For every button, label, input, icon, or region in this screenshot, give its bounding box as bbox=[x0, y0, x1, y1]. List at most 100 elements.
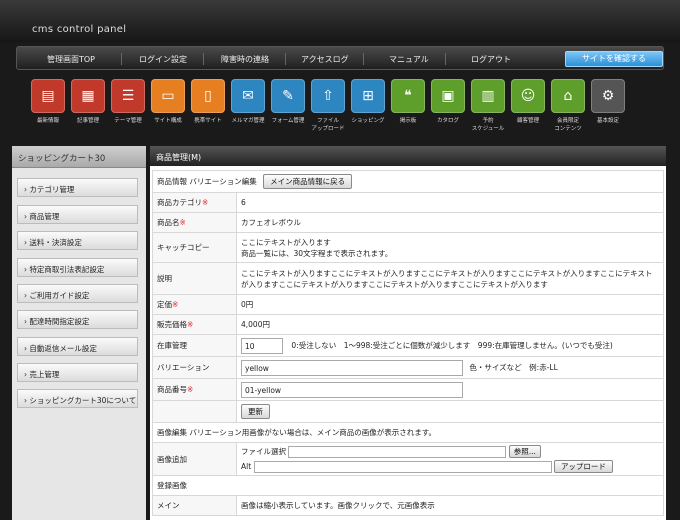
category-value: 6 bbox=[236, 192, 664, 213]
stock-cell: 10 0:受注しない 1〜998:受注ごとに個数が減少します 999:在庫管理し… bbox=[236, 334, 664, 357]
form-label: 販売価格※ bbox=[152, 314, 237, 335]
catalog-icon: ▣ bbox=[431, 79, 465, 113]
update-cell: 更新 bbox=[236, 400, 664, 423]
product-code-cell: 01-yellow bbox=[236, 378, 664, 401]
tool-reservation[interactable]: ▥ 予約 スケジュール bbox=[468, 79, 508, 133]
empty-cell bbox=[152, 400, 237, 423]
tool-catalog[interactable]: ▣ カタログ bbox=[428, 79, 468, 125]
alt-label: Alt bbox=[241, 462, 252, 471]
sidebar-item-guide[interactable]: › ご利用ガイド設定 bbox=[17, 284, 138, 303]
sale-price-value: 4,000円 bbox=[236, 314, 664, 335]
description-value: ここにテキストが入りますここにテキストが入りますここにテキストが入りますここにテ… bbox=[236, 262, 664, 295]
browse-button[interactable]: 参照... bbox=[508, 445, 541, 458]
required-mark: ※ bbox=[179, 218, 186, 227]
tool-label: ファイル アップロード bbox=[311, 118, 345, 132]
product-name-value: カフェオレボウル bbox=[236, 212, 664, 233]
tool-mobile-site[interactable]: ▯ 携帯サイト bbox=[188, 79, 228, 125]
registered-images-label: 登録画像 bbox=[152, 475, 664, 496]
tool-mailmag[interactable]: ✉ メルマガ管理 bbox=[228, 79, 268, 125]
nav-logout[interactable]: ログアウト bbox=[471, 54, 511, 65]
sidebar-item-products[interactable]: › 商品管理 bbox=[17, 205, 138, 224]
nav-divider bbox=[285, 53, 286, 65]
variation-cell: yellow 色・サイズなど 例:赤-LL bbox=[236, 356, 664, 379]
sidebar-item-label: カテゴリ管理 bbox=[29, 185, 75, 194]
image-edit-note: バリエーション用画像がない場合は、メイン商品の画像が表示されます。 bbox=[189, 428, 436, 437]
sidebar-item-label: ショッピングカート30について bbox=[29, 396, 137, 405]
sidebar-item-delivery-time[interactable]: › 配達時間指定設定 bbox=[17, 310, 138, 329]
lock-icon: ⌂ bbox=[551, 79, 585, 113]
tool-bbs[interactable]: ❝ 掲示板 bbox=[388, 79, 428, 125]
tool-site-structure[interactable]: ▭ サイト構成 bbox=[148, 79, 188, 125]
form-label: 商品カテゴリ※ bbox=[152, 192, 237, 213]
info-label: 商品情報 bbox=[157, 177, 187, 186]
product-form: 商品情報 バリエーション編集 メイン商品情報に戻る 商品カテゴリ※ 6 商品名※… bbox=[152, 170, 664, 516]
main-panel: 商品管理(M) 商品情報 バリエーション編集 メイン商品情報に戻る 商品カテゴリ… bbox=[150, 146, 666, 520]
image-edit-title: 画像編集 bbox=[157, 428, 187, 437]
tool-label: フォーム管理 bbox=[271, 118, 305, 124]
tool-label: 予約 スケジュール bbox=[471, 118, 505, 132]
mail-icon: ✉ bbox=[231, 79, 265, 113]
sidebar-item-shipping-payment[interactable]: › 送料・決済設定 bbox=[17, 231, 138, 250]
sidebar-item-auto-reply[interactable]: › 自動返信メール設定 bbox=[17, 337, 138, 356]
tool-label: 記事管理 bbox=[76, 118, 99, 124]
alt-input[interactable] bbox=[253, 461, 552, 473]
sidebar-item-label: 配達時間指定設定 bbox=[29, 317, 90, 326]
brand-logo: cms control panel bbox=[32, 24, 127, 35]
sidebar-item-about[interactable]: › ショッピングカート30について bbox=[17, 389, 138, 408]
calendar-icon: ▥ bbox=[471, 79, 505, 113]
file-path-input[interactable] bbox=[288, 446, 507, 458]
sidebar-item-label: 特定商取引法表記設定 bbox=[29, 265, 105, 274]
tool-label: 最新情報 bbox=[36, 118, 59, 124]
required-mark: ※ bbox=[187, 320, 194, 329]
tool-shopping[interactable]: ⊞ ショッピング bbox=[348, 79, 388, 125]
upload-button[interactable]: アップロード bbox=[553, 460, 613, 473]
tool-file-upload[interactable]: ⇧ ファイル アップロード bbox=[308, 79, 348, 133]
product-code-input[interactable]: 01-yellow bbox=[241, 381, 463, 398]
sidebar-item-legal-notice[interactable]: › 特定商取引法表記設定 bbox=[17, 258, 138, 277]
form-label: 商品名※ bbox=[152, 212, 237, 233]
update-button[interactable]: 更新 bbox=[241, 404, 270, 419]
tool-member-content[interactable]: ⌂ 会員限定 コンテンツ bbox=[548, 79, 588, 133]
tool-label: ショッピング bbox=[351, 118, 385, 124]
tool-label: 会員限定 コンテンツ bbox=[554, 118, 582, 132]
mobile-icon: ▯ bbox=[191, 79, 225, 113]
cart-icon: ⊞ bbox=[351, 79, 385, 113]
nav-admin-top[interactable]: 管理画面TOP bbox=[47, 54, 95, 65]
sidebar-item-label: 商品管理 bbox=[29, 212, 60, 221]
article-icon: ▦ bbox=[71, 79, 105, 113]
tool-news[interactable]: ▤ 最新情報 bbox=[28, 79, 68, 125]
tool-label: カタログ bbox=[436, 118, 459, 124]
nav-divider bbox=[203, 53, 204, 65]
monitor-icon: ▭ bbox=[151, 79, 185, 113]
variation-input[interactable]: yellow bbox=[241, 359, 463, 376]
view-site-button[interactable]: サイトを確認する bbox=[565, 51, 663, 67]
top-header: cms control panel bbox=[0, 0, 680, 42]
tool-article[interactable]: ▦ 記事管理 bbox=[68, 79, 108, 125]
tool-form[interactable]: ✎ フォーム管理 bbox=[268, 79, 308, 125]
nav-login-settings[interactable]: ログイン設定 bbox=[139, 54, 187, 65]
list-icon: ☰ bbox=[111, 79, 145, 113]
back-to-main-button[interactable]: メイン商品情報に戻る bbox=[263, 174, 353, 189]
category-label: 商品カテゴリ bbox=[157, 198, 202, 207]
sidebar-item-sales[interactable]: › 売上管理 bbox=[17, 363, 138, 382]
tool-label: 携帯サイト bbox=[194, 118, 222, 124]
sidebar-item-category[interactable]: › カテゴリ管理 bbox=[17, 178, 138, 197]
tool-label: 掲示板 bbox=[399, 118, 417, 124]
nav-failure-contact[interactable]: 障害時の連絡 bbox=[221, 54, 269, 65]
form-label: 定価※ bbox=[152, 294, 237, 315]
image-edit-header: 画像編集 バリエーション用画像がない場合は、メイン商品の画像が表示されます。 bbox=[152, 422, 664, 443]
nav-access-log[interactable]: アクセスログ bbox=[301, 54, 349, 65]
tool-theme[interactable]: ☰ テーマ管理 bbox=[108, 79, 148, 125]
tool-basic-settings[interactable]: ⚙ 基本設定 bbox=[588, 79, 628, 125]
customer-icon: ☺ bbox=[511, 79, 545, 113]
form-header-row: 商品情報 バリエーション編集 メイン商品情報に戻る bbox=[152, 170, 664, 193]
stock-input[interactable]: 10 bbox=[241, 337, 283, 354]
nav-manual[interactable]: マニュアル bbox=[389, 54, 429, 65]
list-price-label: 定価 bbox=[157, 300, 172, 309]
sidebar-item-label: 自動返信メール設定 bbox=[29, 344, 97, 353]
tool-label: 基本設定 bbox=[596, 118, 619, 124]
sidebar: ショッピングカート30 › カテゴリ管理 › 商品管理 › 送料・決済設定 › … bbox=[12, 146, 146, 520]
tool-label: 顧客管理 bbox=[516, 118, 539, 124]
sale-price-label: 販売価格 bbox=[157, 320, 187, 329]
tool-customer[interactable]: ☺ 顧客管理 bbox=[508, 79, 548, 125]
